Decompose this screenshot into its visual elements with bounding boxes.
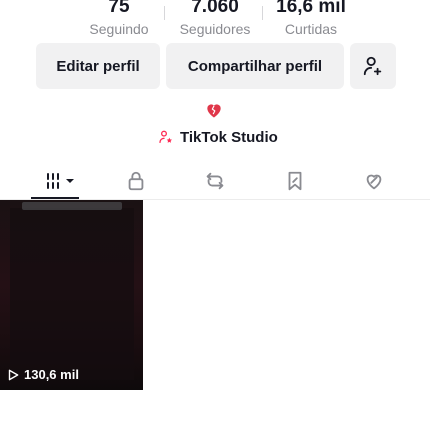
- thumbnail-caption-overlay: [22, 202, 122, 210]
- lock-icon: [128, 171, 144, 191]
- video-view-count: 130,6 mil: [24, 367, 79, 382]
- followers-count: 7.060: [191, 0, 239, 17]
- video-views: 130,6 mil: [6, 367, 79, 382]
- heart-hidden-icon: [366, 174, 382, 190]
- edit-profile-button[interactable]: Editar perfil: [36, 43, 160, 89]
- tiktok-studio-link[interactable]: TikTok Studio: [158, 126, 278, 148]
- bookmark-icon: [288, 171, 302, 191]
- likes-count: 16,6 mil: [276, 0, 346, 17]
- add-person-icon: [363, 56, 382, 76]
- following-label: Seguindo: [89, 21, 149, 37]
- play-icon: [8, 369, 19, 380]
- tiktok-studio-label: TikTok Studio: [180, 128, 278, 146]
- active-tab-indicator: [31, 197, 79, 199]
- likes-label: Curtidas: [284, 21, 338, 37]
- following-count: 75: [108, 0, 130, 17]
- repost-icon: [206, 172, 224, 190]
- tab-videos[interactable]: [36, 168, 84, 194]
- followers-label: Seguidores: [179, 21, 251, 37]
- tab-private[interactable]: [116, 168, 156, 194]
- followers-stat[interactable]: 7.060 Seguidores: [160, 0, 270, 39]
- add-friend-button[interactable]: [350, 43, 396, 89]
- creator-star-icon: [159, 130, 172, 143]
- video-thumbnail[interactable]: 130,6 mil: [0, 200, 143, 390]
- thumbnail-image: [10, 208, 134, 380]
- profile-actions: Editar perfil Compartilhar perfil: [0, 43, 430, 89]
- profile-stats: 75 Seguindo 7.060 Seguidores 16,6 mil Cu…: [0, 0, 430, 40]
- tab-favorites[interactable]: [275, 168, 315, 194]
- following-stat[interactable]: 75 Seguindo: [64, 0, 174, 39]
- tab-liked[interactable]: [354, 168, 394, 194]
- share-profile-button[interactable]: Compartilhar perfil: [166, 43, 344, 89]
- likes-stat[interactable]: 16,6 mil Curtidas: [256, 0, 366, 39]
- tab-reposts[interactable]: [195, 168, 235, 194]
- broken-heart-icon: [204, 100, 224, 120]
- profile-tabs: [0, 162, 430, 200]
- grid-icon: [47, 173, 74, 189]
